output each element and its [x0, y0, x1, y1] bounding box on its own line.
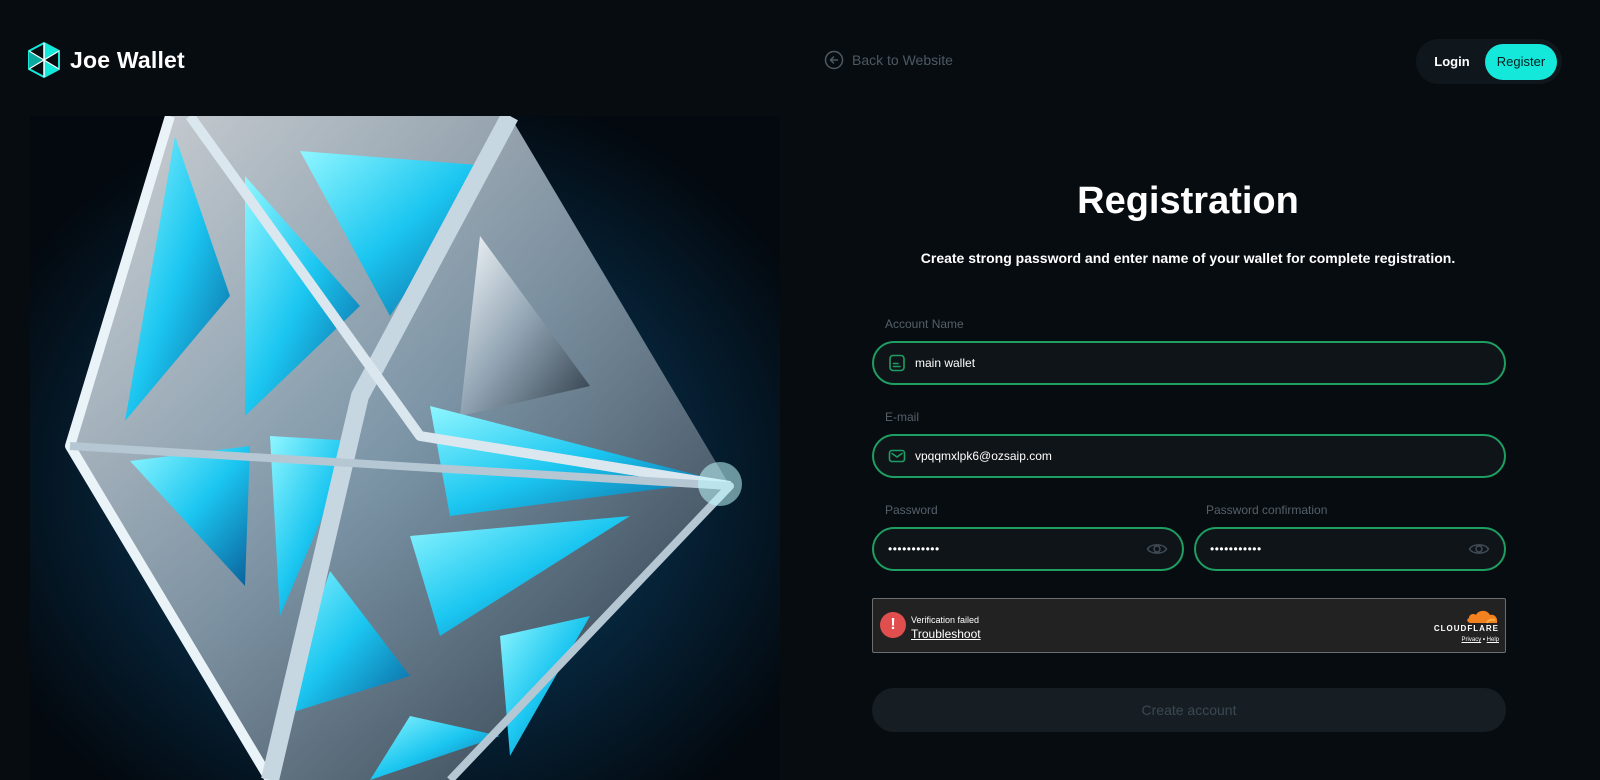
eye-icon[interactable] — [1146, 541, 1168, 557]
register-tab[interactable]: Register — [1485, 43, 1557, 80]
create-account-button[interactable]: Create account — [872, 688, 1506, 732]
login-tab[interactable]: Login — [1419, 54, 1485, 69]
password-confirm-value: ••••••••••• — [1210, 542, 1262, 556]
eye-icon[interactable] — [1468, 541, 1490, 557]
email-field[interactable]: vpqqmxlpk6@ozsaip.com — [872, 434, 1506, 478]
password-field[interactable]: ••••••••••• — [872, 527, 1184, 571]
password-confirm-field[interactable]: ••••••••••• — [1194, 527, 1506, 571]
cloudflare-wordmark: CLOUDFLARE — [1433, 624, 1499, 633]
back-link-label: Back to Website — [852, 52, 953, 68]
arrow-left-circle-icon — [824, 50, 844, 70]
link-separator: • — [1482, 637, 1485, 643]
help-link[interactable]: Help — [1487, 637, 1499, 643]
email-value: vpqqmxlpk6@ozsaip.com — [915, 449, 1052, 463]
email-label: E-mail — [885, 410, 920, 424]
password-value: ••••••••••• — [888, 542, 940, 556]
brand-name: Joe Wallet — [70, 46, 185, 73]
brand-logo[interactable]: Joe Wallet — [28, 42, 185, 78]
back-to-website-link[interactable]: Back to Website — [824, 50, 953, 70]
cloudflare-cloud-icon — [1467, 610, 1498, 624]
account-name-field[interactable]: main wallet — [872, 341, 1506, 385]
hero-illustration — [30, 116, 780, 780]
page-subtitle: Create strong password and enter name of… — [920, 250, 1456, 266]
password-label: Password — [885, 503, 938, 517]
account-name-label: Account Name — [885, 317, 964, 331]
page-title: Registration — [1077, 180, 1299, 222]
cloudflare-brand: CLOUDFLARE Privacy • Help — [1427, 607, 1499, 643]
captcha-links: Privacy • Help — [1427, 637, 1499, 643]
troubleshoot-link[interactable]: Troubleshoot — [911, 627, 981, 641]
alert-icon: ! — [880, 612, 906, 638]
cloudflare-captcha: ! Verification failed Troubleshoot CLOUD… — [872, 598, 1506, 653]
privacy-link[interactable]: Privacy — [1462, 637, 1482, 643]
joe-wallet-logo-icon — [28, 42, 60, 78]
account-name-value: main wallet — [915, 356, 976, 370]
envelope-icon — [888, 449, 906, 463]
auth-switch: Login Register — [1416, 39, 1562, 84]
password-confirm-label: Password confirmation — [1206, 503, 1328, 517]
registration-page: Joe Wallet Back to Website Login Registe… — [0, 0, 1600, 780]
document-icon — [889, 354, 905, 372]
captcha-status: Verification failed — [911, 615, 980, 625]
